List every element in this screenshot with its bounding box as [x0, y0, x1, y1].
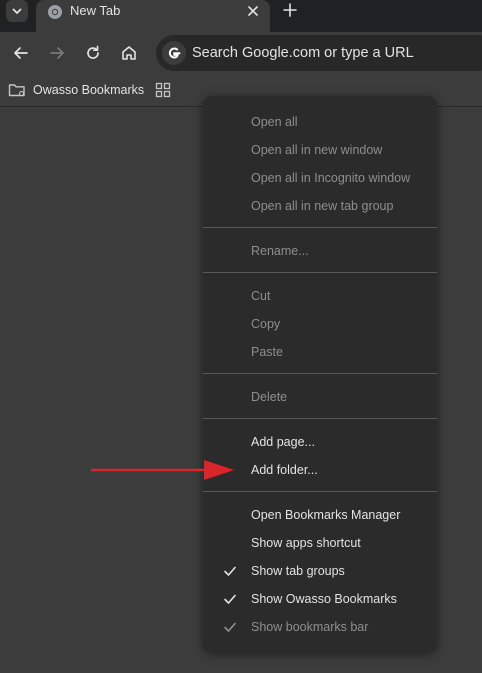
- bookmark-context-menu: Open all Open all in new window Open all…: [203, 96, 437, 652]
- menu-item-label: Rename...: [251, 244, 309, 258]
- checkmark-icon: [224, 594, 236, 604]
- checkmark-icon: [224, 566, 236, 576]
- toolbar: Search Google.com or type a URL: [0, 32, 482, 74]
- menu-item-open-all-incognito[interactable]: Open all in Incognito window: [203, 164, 437, 192]
- apps-grid-icon[interactable]: [155, 82, 171, 98]
- menu-item-label: Show bookmarks bar: [251, 620, 369, 634]
- menu-item-label: Open all in new window: [251, 143, 383, 157]
- menu-item-paste[interactable]: Paste: [203, 338, 437, 366]
- annotation-arrow-icon: [90, 460, 234, 480]
- menu-separator: [203, 227, 437, 228]
- reload-icon[interactable]: [83, 43, 103, 63]
- menu-item-rename[interactable]: Rename...: [203, 237, 437, 265]
- bookmark-folder-label: Owasso Bookmarks: [33, 83, 145, 97]
- menu-item-label: Show Owasso Bookmarks: [251, 592, 397, 606]
- menu-item-label: Cut: [251, 289, 271, 303]
- menu-item-cut[interactable]: Cut: [203, 282, 437, 310]
- menu-separator: [203, 373, 437, 374]
- forward-arrow-icon[interactable]: [47, 43, 67, 63]
- menu-item-open-all-tab-group[interactable]: Open all in new tab group: [203, 192, 437, 220]
- omnibox-placeholder: Search Google.com or type a URL: [192, 45, 414, 61]
- tab-title: New Tab: [70, 3, 121, 18]
- menu-item-add-folder[interactable]: Add folder...: [203, 456, 437, 484]
- close-icon[interactable]: [246, 4, 260, 18]
- menu-item-label: Add page...: [251, 435, 315, 449]
- menu-item-label: Copy: [251, 317, 281, 331]
- menu-item-open-all[interactable]: Open all: [203, 108, 437, 136]
- home-icon[interactable]: [119, 43, 139, 63]
- menu-separator: [203, 272, 437, 273]
- tab-search-button[interactable]: [6, 0, 28, 22]
- menu-item-show-bookmarks-bar[interactable]: Show bookmarks bar: [203, 613, 437, 641]
- menu-separator: [203, 491, 437, 492]
- tab-strip: New Tab: [0, 0, 482, 32]
- menu-item-label: Open Bookmarks Manager: [251, 508, 401, 522]
- checkmark-icon: [224, 622, 236, 632]
- tab-new-tab[interactable]: New Tab: [36, 0, 270, 32]
- omnibox[interactable]: Search Google.com or type a URL: [156, 35, 482, 71]
- menu-item-label: Show apps shortcut: [251, 536, 361, 550]
- menu-item-open-bookmarks-manager[interactable]: Open Bookmarks Manager: [203, 501, 437, 529]
- menu-item-show-tab-groups[interactable]: Show tab groups: [203, 557, 437, 585]
- menu-item-label: Open all: [251, 115, 298, 129]
- menu-item-label: Delete: [251, 390, 288, 404]
- menu-item-label: Show tab groups: [251, 564, 345, 578]
- chevron-down-icon: [12, 8, 22, 14]
- bookmark-folder-owasso[interactable]: Owasso Bookmarks: [8, 77, 144, 103]
- menu-item-open-all-new-window[interactable]: Open all in new window: [203, 136, 437, 164]
- google-g-icon: [162, 41, 186, 65]
- menu-item-add-page[interactable]: Add page...: [203, 428, 437, 456]
- chrome-icon: [48, 5, 62, 19]
- new-tab-plus-icon[interactable]: [282, 2, 298, 18]
- menu-item-copy[interactable]: Copy: [203, 310, 437, 338]
- menu-item-label: Open all in Incognito window: [251, 171, 411, 185]
- menu-item-label: Open all in new tab group: [251, 199, 394, 213]
- back-arrow-icon[interactable]: [11, 43, 31, 63]
- folder-icon: [8, 84, 25, 97]
- menu-item-label: Paste: [251, 345, 283, 359]
- menu-item-delete[interactable]: Delete: [203, 383, 437, 411]
- menu-item-show-owasso-bookmarks[interactable]: Show Owasso Bookmarks: [203, 585, 437, 613]
- menu-separator: [203, 418, 437, 419]
- menu-item-label: Add folder...: [251, 463, 318, 477]
- menu-item-show-apps-shortcut[interactable]: Show apps shortcut: [203, 529, 437, 557]
